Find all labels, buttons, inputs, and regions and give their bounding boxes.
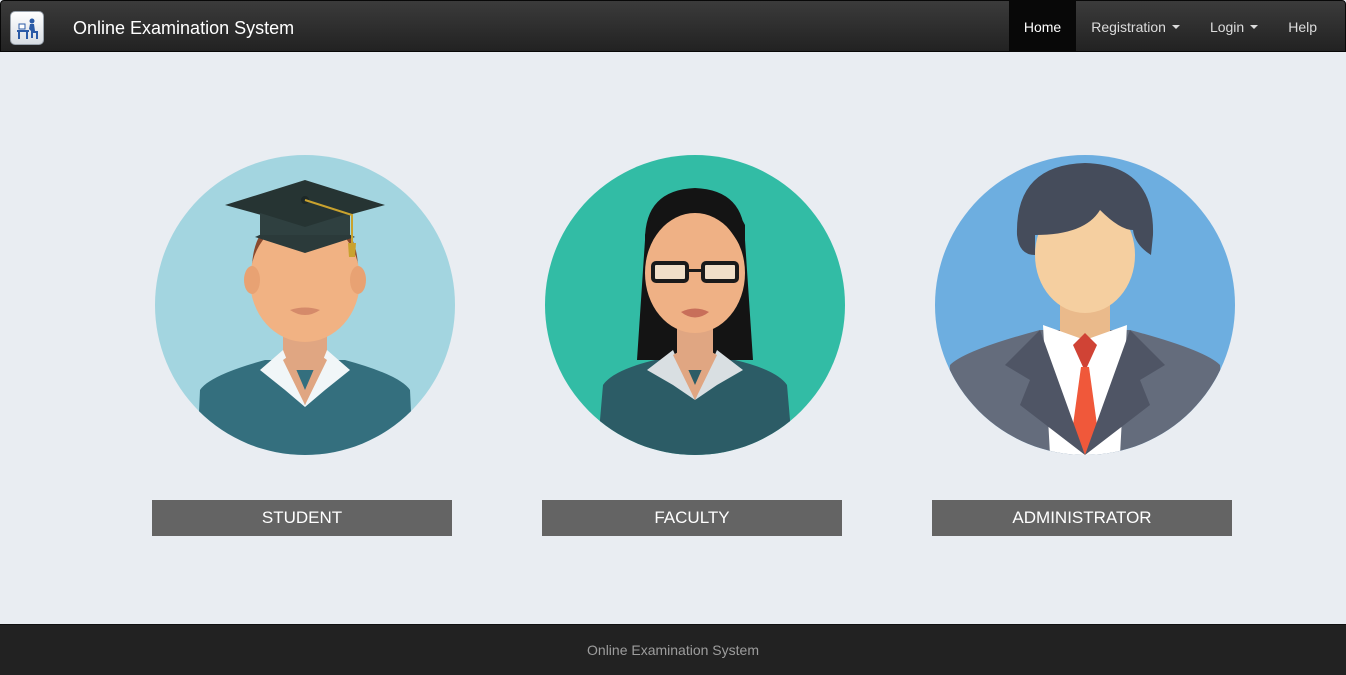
footer: Online Examination System xyxy=(0,624,1346,675)
administrator-avatar-icon[interactable] xyxy=(935,155,1235,455)
faculty-avatar-icon[interactable] xyxy=(545,155,845,455)
student-avatar-icon[interactable] xyxy=(155,155,455,455)
nav-help[interactable]: Help xyxy=(1273,1,1345,52)
nav-login-label: Login xyxy=(1209,18,1245,35)
caret-down-icon xyxy=(1171,24,1180,29)
footer-text: Online Examination System xyxy=(587,642,759,658)
main-nav: Home Registration Login Help xyxy=(1008,1,1345,52)
nav-registration[interactable]: Registration xyxy=(1076,1,1195,52)
brand-title[interactable]: Online Examination System xyxy=(73,18,294,38)
caret-down-icon xyxy=(1250,24,1259,29)
nav-login[interactable]: Login xyxy=(1195,1,1273,52)
student-button[interactable]: STUDENT xyxy=(152,500,452,536)
nav-registration-label: Registration xyxy=(1091,18,1166,35)
nav-home[interactable]: Home xyxy=(1008,1,1077,52)
faculty-card: FACULTY xyxy=(542,155,845,536)
faculty-button[interactable]: FACULTY xyxy=(542,500,842,536)
administrator-card: ADMINISTRATOR xyxy=(932,155,1235,536)
exam-desk-icon[interactable] xyxy=(10,11,44,45)
nav-help-label: Help xyxy=(1288,18,1317,35)
nav-home-label: Home xyxy=(1023,18,1062,35)
administrator-button[interactable]: ADMINISTRATOR xyxy=(932,500,1232,536)
navbar: Online Examination System Home Registrat… xyxy=(0,0,1346,52)
student-card: STUDENT xyxy=(152,155,455,536)
